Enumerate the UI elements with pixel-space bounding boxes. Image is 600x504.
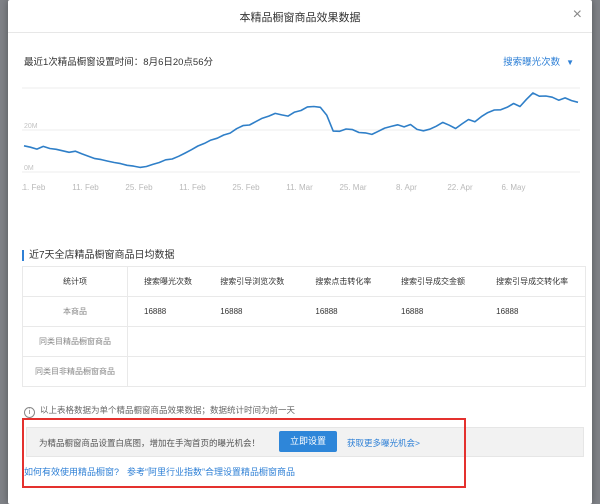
x-tick-label: 25. Feb <box>232 183 260 192</box>
effect-data-modal: 本精品橱窗商品效果数据 × 最近1次精品橱窗设置时间：8月6日20点56分 搜索… <box>8 0 592 504</box>
y-tick-label: 20M <box>24 123 38 130</box>
table-row: 同类目非精品橱窗商品 <box>22 356 587 387</box>
table-cell <box>299 356 386 387</box>
table-cell <box>480 356 587 387</box>
x-tick-label: 11. Feb <box>22 183 46 192</box>
section-title: 近7天全店精品橱窗商品日均数据 <box>22 250 175 261</box>
column-header: 搜索点击转化率 <box>299 266 386 297</box>
row-label: 同类目非精品橱窗商品 <box>22 356 128 387</box>
x-tick-label: 25. Feb <box>125 183 153 192</box>
highlight-box <box>22 418 466 488</box>
close-icon[interactable]: × <box>573 6 582 24</box>
x-tick-label: 25. Mar <box>339 183 366 192</box>
caret-down-icon: ▼ <box>566 58 574 67</box>
table-cell: 16888 <box>299 296 386 327</box>
stats-table: 统计项 搜索曝光次数 搜索引导浏览次数 搜索点击转化率 搜索引导成交金额 搜索引… <box>22 266 587 387</box>
table-header-row: 统计项 搜索曝光次数 搜索引导浏览次数 搜索点击转化率 搜索引导成交金额 搜索引… <box>22 266 587 297</box>
info-icon: i <box>24 407 35 418</box>
footnote-text: 以上表格数据为单个精品橱窗商品效果数据；数据统计时间为前一天 <box>40 405 296 415</box>
modal-title: 本精品橱窗商品效果数据 <box>239 12 361 24</box>
table-cell <box>127 326 205 357</box>
column-header: 搜索引导成交金额 <box>385 266 481 297</box>
x-tick-label: 6. May <box>501 183 525 192</box>
table-cell <box>204 356 300 387</box>
row-label: 本商品 <box>22 296 128 327</box>
y-tick-label: 0M <box>24 165 34 172</box>
table-cell <box>204 326 300 357</box>
table-cell <box>299 326 386 357</box>
table-cell: 16888 <box>204 296 300 327</box>
metric-dropdown-label: 搜索曝光次数 <box>503 57 561 68</box>
table-row: 同类目精品橱窗商品 <box>22 326 587 357</box>
table-row: 本商品 16888 16888 16888 16888 16888 <box>22 296 587 327</box>
table-cell: 16888 <box>127 296 205 327</box>
trend-line-chart: 0M 20M 11. Feb 11. Feb 25. Feb 11. Feb 25. Feb… <box>22 87 580 192</box>
x-tick-label: 22. Apr <box>447 183 473 192</box>
metric-dropdown[interactable]: 搜索曝光次数 ▼ <box>503 54 574 68</box>
table-cell: 16888 <box>480 296 587 327</box>
table-cell <box>385 326 481 357</box>
table-cell <box>480 326 587 357</box>
x-tick-label: 8. Apr <box>396 183 417 192</box>
column-header: 搜索曝光次数 <box>127 266 205 297</box>
table-cell: 16888 <box>385 296 481 327</box>
column-header: 统计项 <box>22 266 128 297</box>
table-cell <box>127 356 205 387</box>
x-tick-label: 11. Feb <box>179 183 206 192</box>
table-cell <box>385 356 481 387</box>
x-tick-label: 11. Feb <box>72 183 99 192</box>
x-tick-label: 11. Mar <box>286 183 313 192</box>
row-label: 同类目精品橱窗商品 <box>22 326 128 357</box>
modal-header: 本精品橱窗商品效果数据 × <box>8 0 592 33</box>
footnote: i 以上表格数据为单个精品橱窗商品效果数据；数据统计时间为前一天 <box>24 404 295 418</box>
column-header: 搜索引导成交转化率 <box>480 266 587 297</box>
column-header: 搜索引导浏览次数 <box>204 266 300 297</box>
last-set-time: 最近1次精品橱窗设置时间：8月6日20点56分 <box>24 57 213 68</box>
